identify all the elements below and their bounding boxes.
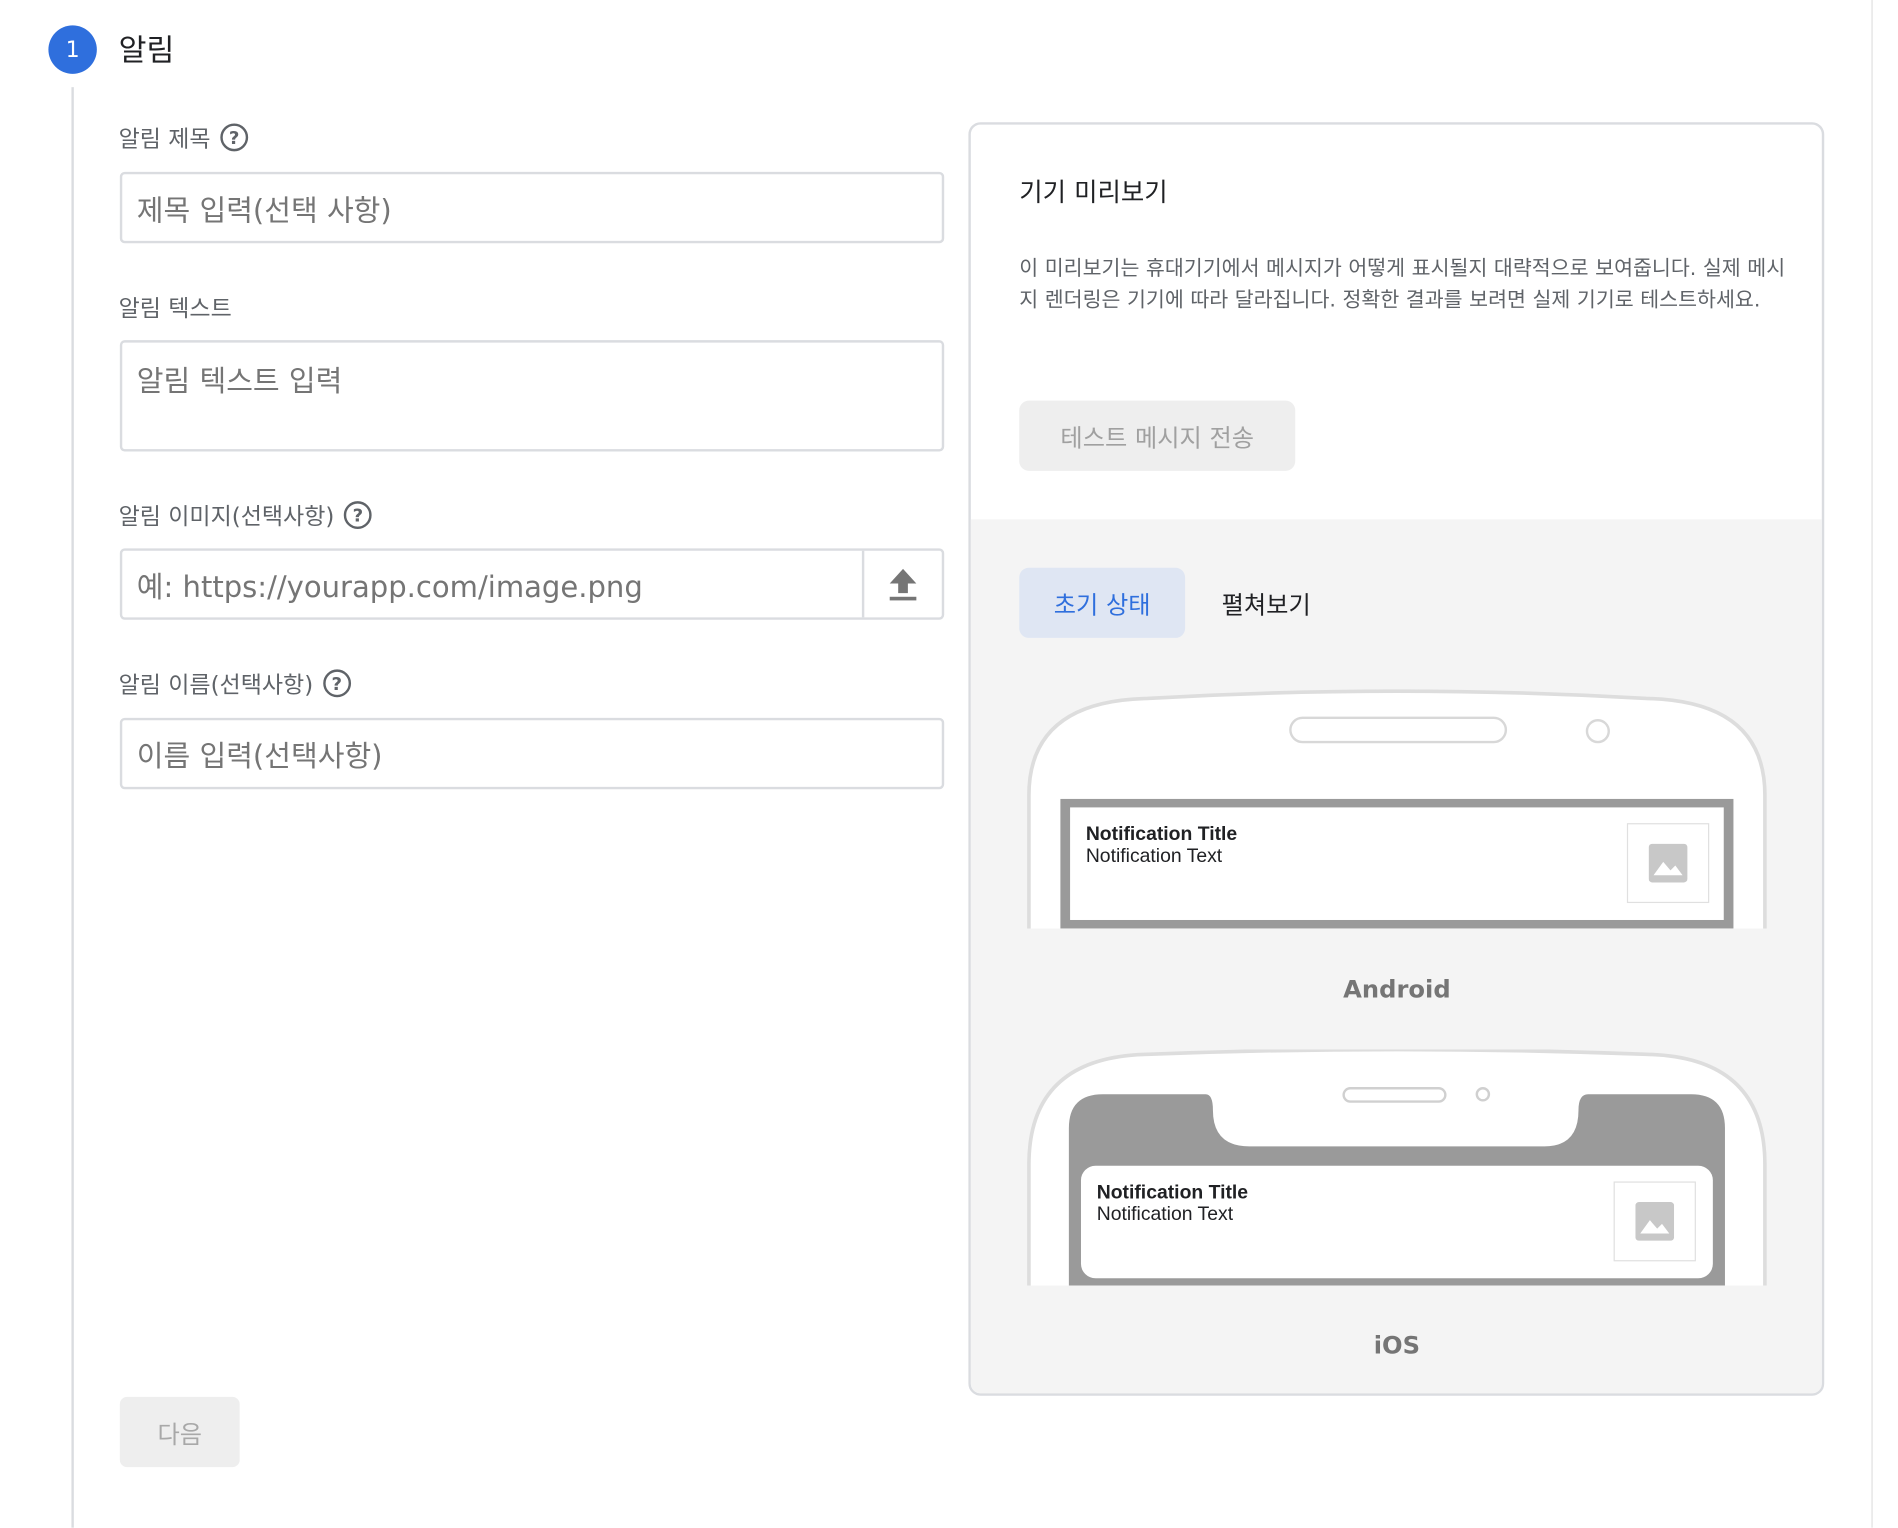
upload-icon: [889, 568, 917, 600]
notification-image-input[interactable]: 예: https://yourapp.com/image.png: [137, 563, 643, 605]
ios-label: iOS: [1373, 1330, 1421, 1360]
notification-title-input[interactable]: 제목 입력(선택 사항): [119, 171, 945, 244]
android-notification-image: [1626, 823, 1710, 904]
notification-title-label-text: 알림 제목: [118, 125, 211, 153]
android-notification-text: Notification Text: [1085, 846, 1223, 867]
step-connector-line: [71, 87, 74, 1528]
android-notification: Notification Title Notification Text: [1070, 807, 1724, 920]
preview-description: 이 미리보기는 휴대기기에서 메시지가 어떻게 표시될지 대략적으로 보여줍니다…: [1019, 256, 1786, 313]
upload-button[interactable]: [861, 550, 942, 618]
next-button[interactable]: 다음: [119, 1396, 240, 1468]
android-device: Notification Title Notification Text And…: [1027, 686, 1768, 1013]
ios-notification-image: [1613, 1181, 1696, 1262]
image-icon: [1635, 1202, 1675, 1241]
notification-image-label-text: 알림 이미지(선택사항): [118, 503, 335, 531]
step-number-badge: 1: [48, 25, 97, 74]
ios-notification: Notification Title Notification Text: [1080, 1165, 1713, 1279]
help-icon[interactable]: ?: [322, 669, 351, 698]
help-icon[interactable]: ?: [220, 123, 249, 152]
preview-title: 기기 미리보기: [1019, 177, 1168, 207]
notification-image-label: 알림 이미지(선택사항) ?: [119, 499, 372, 532]
scroll-divider: [1871, 0, 1873, 1528]
notification-text-input[interactable]: 알림 텍스트 입력: [119, 340, 945, 452]
notification-name-label-text: 알림 이름(선택사항): [118, 671, 314, 699]
tab-initial-state[interactable]: 초기 상태: [1019, 567, 1186, 638]
tab-expanded[interactable]: 펼쳐보기: [1206, 568, 1327, 638]
notification-title-label: 알림 제목 ?: [118, 121, 249, 154]
ios-notification-title: Notification Title: [1096, 1182, 1249, 1204]
android-label: Android: [1343, 974, 1451, 1004]
help-icon[interactable]: ?: [344, 501, 372, 529]
android-notification-title: Notification Title: [1085, 824, 1238, 845]
notification-name-input[interactable]: 이름 입력(선택사항): [119, 717, 945, 790]
notification-image-field: 예: https://yourapp.com/image.png: [119, 548, 945, 620]
page: 1 알림 알림 제목 ? 제목 입력(선택 사항) 알림 텍스트 알림 텍스트 …: [0, 0, 1898, 1528]
notification-name-label: 알림 이름(선택사항) ?: [119, 667, 351, 700]
notification-text-label-text: 알림 텍스트: [118, 295, 232, 322]
preview-area: 초기 상태 펼쳐보기 Notification Title Notificati…: [970, 519, 1822, 1394]
image-icon: [1648, 843, 1688, 883]
ios-notification-text: Notification Text: [1096, 1204, 1234, 1226]
send-test-message-button[interactable]: 테스트 메시지 전송: [1019, 400, 1296, 471]
ios-device: Notification Title Notification Text iOS: [1027, 1049, 1768, 1377]
notification-text-label: 알림 텍스트: [119, 291, 232, 324]
step-title[interactable]: 알림: [119, 27, 175, 71]
device-preview-card: 기기 미리보기 이 미리보기는 휴대기기에서 메시지가 어떻게 표시될지 대략적…: [968, 122, 1825, 1396]
